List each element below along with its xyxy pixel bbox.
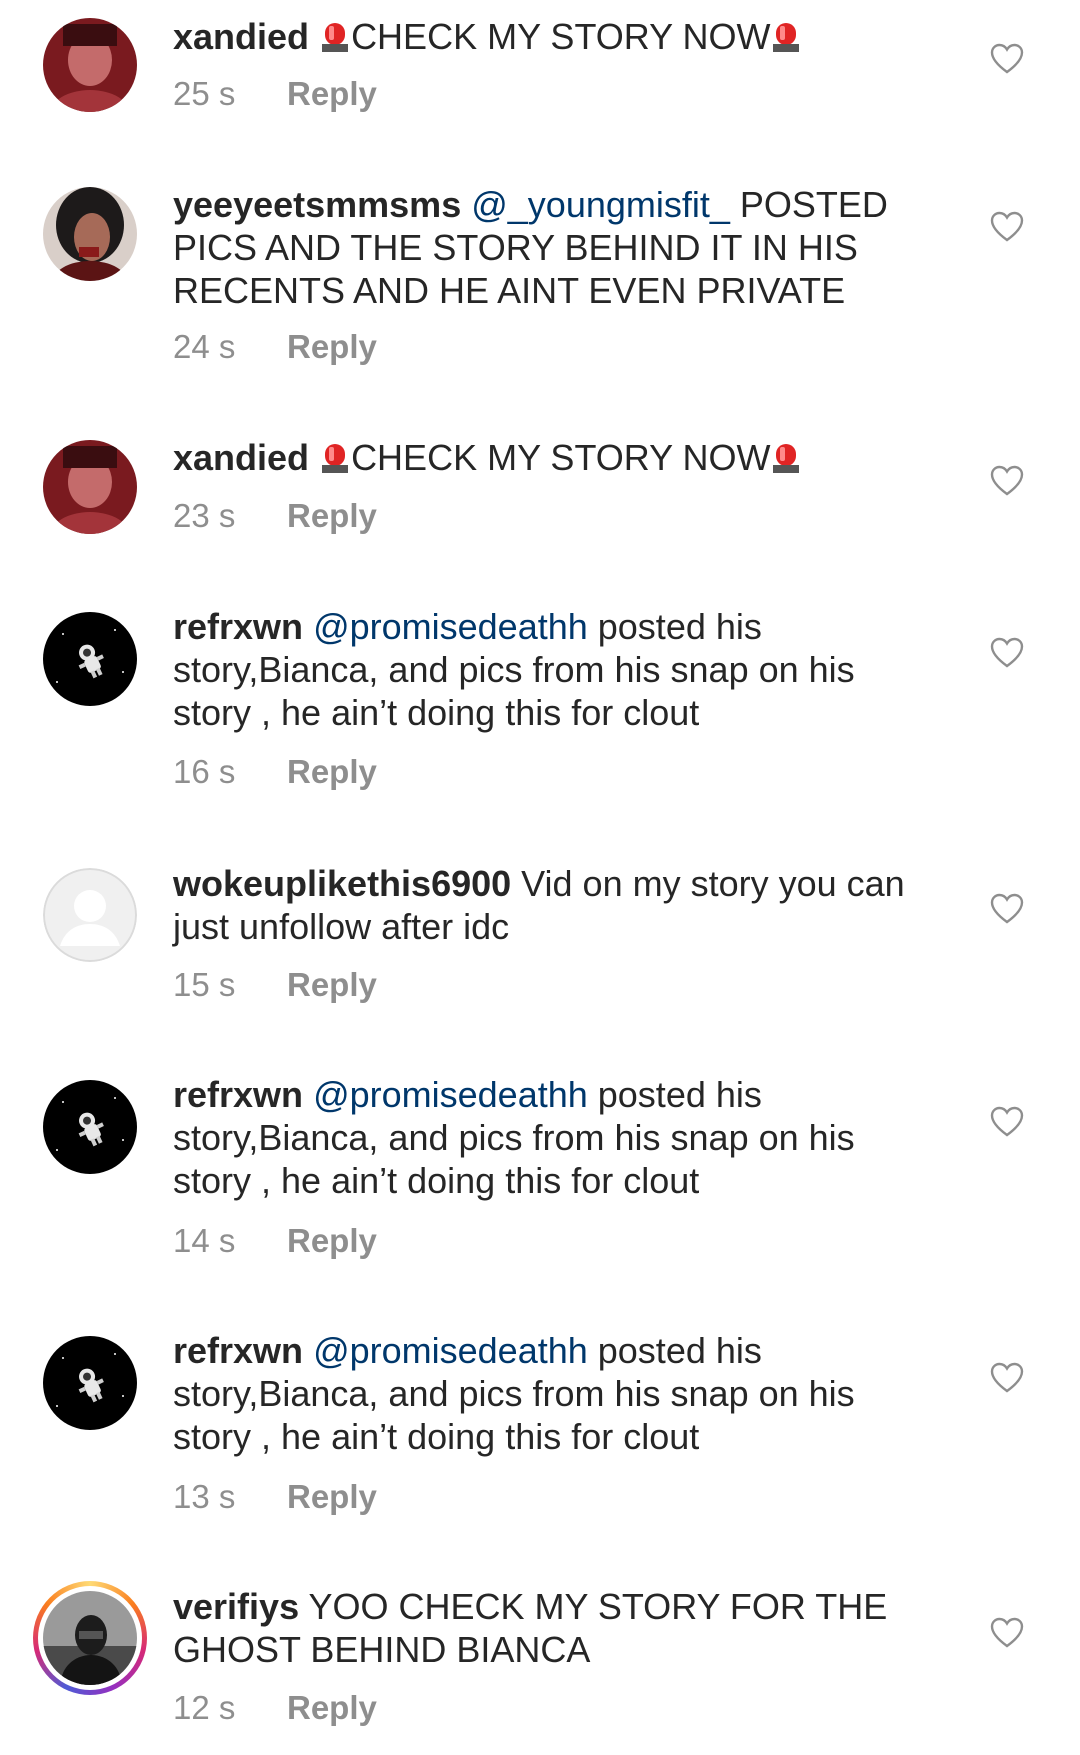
avatar[interactable] (43, 18, 137, 112)
avatar-photo (43, 18, 137, 112)
like-heart-icon[interactable] (990, 637, 1024, 669)
comment-text: wokeuplikethis6900 Vid on my story you c… (173, 862, 933, 948)
reply-button[interactable]: Reply (287, 328, 377, 365)
comment-mention[interactable]: @promisedeathh (313, 606, 588, 647)
astronaut-avatar (43, 612, 137, 706)
comment-text: xandied CHECK MY STORY NOW (173, 436, 933, 479)
comment-username[interactable]: wokeuplikethis6900 (173, 863, 511, 904)
comment-meta: 14 s Reply (173, 1222, 377, 1260)
comment-username[interactable]: yeeyeetsmmsms (173, 184, 461, 225)
comment-body: CHECK MY STORY NOW (351, 437, 771, 478)
comment-body: CHECK MY STORY NOW (351, 16, 771, 57)
default-avatar-icon (43, 868, 137, 962)
avatar-story-ring[interactable] (33, 1581, 147, 1695)
comment-time: 23 s (173, 497, 236, 534)
avatar (43, 1591, 137, 1685)
reply-button[interactable]: Reply (287, 1478, 377, 1515)
comment-time: 24 s (173, 328, 236, 365)
comment-time: 12 s (173, 1689, 236, 1726)
avatar-photo (43, 187, 137, 281)
like-heart-icon[interactable] (990, 1106, 1024, 1138)
comment-username[interactable]: xandied (173, 16, 309, 57)
comment-meta: 24 s Reply (173, 328, 377, 366)
comment-username[interactable]: refrxwn (173, 606, 303, 647)
avatar-photo (43, 440, 137, 534)
comment-username[interactable]: refrxwn (173, 1074, 303, 1115)
comment-text: verifiys YOO CHECK MY STORY FOR THE GHOS… (173, 1585, 933, 1671)
comment-username[interactable]: xandied (173, 437, 309, 478)
reply-button[interactable]: Reply (287, 753, 377, 790)
comment-time: 14 s (173, 1222, 236, 1259)
avatar-ring-gap (38, 1586, 142, 1690)
avatar[interactable] (43, 1080, 137, 1174)
like-heart-icon[interactable] (990, 43, 1024, 75)
comment-mention[interactable]: @_youngmisfit_ (471, 184, 730, 225)
comment-username[interactable]: refrxwn (173, 1330, 303, 1371)
avatar[interactable] (43, 187, 137, 281)
avatar[interactable] (43, 440, 137, 534)
avatar[interactable] (43, 612, 137, 706)
comment-text: refrxwn @promisedeathh posted his story,… (173, 605, 933, 734)
police-light-emoji (772, 19, 800, 53)
comment-meta: 16 s Reply (173, 753, 377, 791)
comment-username[interactable]: verifiys (173, 1586, 299, 1627)
comment-time: 15 s (173, 966, 236, 1003)
like-heart-icon[interactable] (990, 893, 1024, 925)
comment-meta: 13 s Reply (173, 1478, 377, 1516)
comment-text: refrxwn @promisedeathh posted his story,… (173, 1329, 933, 1458)
comment-time: 16 s (173, 753, 236, 790)
comment-time: 25 s (173, 75, 236, 112)
comment-mention[interactable]: @promisedeathh (313, 1074, 588, 1115)
like-heart-icon[interactable] (990, 1362, 1024, 1394)
comment-time: 13 s (173, 1478, 236, 1515)
comment-text: xandied CHECK MY STORY NOW (173, 15, 933, 58)
reply-button[interactable]: Reply (287, 1222, 377, 1259)
comment-meta: 23 s Reply (173, 497, 377, 535)
astronaut-avatar (43, 1336, 137, 1430)
astronaut-avatar (43, 1080, 137, 1174)
comment-text: refrxwn @promisedeathh posted his story,… (173, 1073, 933, 1202)
reply-button[interactable]: Reply (287, 75, 377, 112)
reply-button[interactable]: Reply (287, 966, 377, 1003)
avatar[interactable] (43, 868, 137, 962)
reply-button[interactable]: Reply (287, 1689, 377, 1726)
comment-text: yeeyeetsmmsms @_youngmisfit_ POSTED PICS… (173, 183, 933, 312)
police-light-emoji (321, 440, 349, 474)
avatar[interactable] (43, 1336, 137, 1430)
comment-meta: 25 s Reply (173, 75, 377, 113)
like-heart-icon[interactable] (990, 465, 1024, 497)
comment-meta: 12 s Reply (173, 1689, 377, 1727)
police-light-emoji (321, 19, 349, 53)
like-heart-icon[interactable] (990, 211, 1024, 243)
avatar-photo (43, 1591, 137, 1685)
reply-button[interactable]: Reply (287, 497, 377, 534)
comment-mention[interactable]: @promisedeathh (313, 1330, 588, 1371)
comment-meta: 15 s Reply (173, 966, 377, 1004)
police-light-emoji (772, 440, 800, 474)
like-heart-icon[interactable] (990, 1617, 1024, 1649)
